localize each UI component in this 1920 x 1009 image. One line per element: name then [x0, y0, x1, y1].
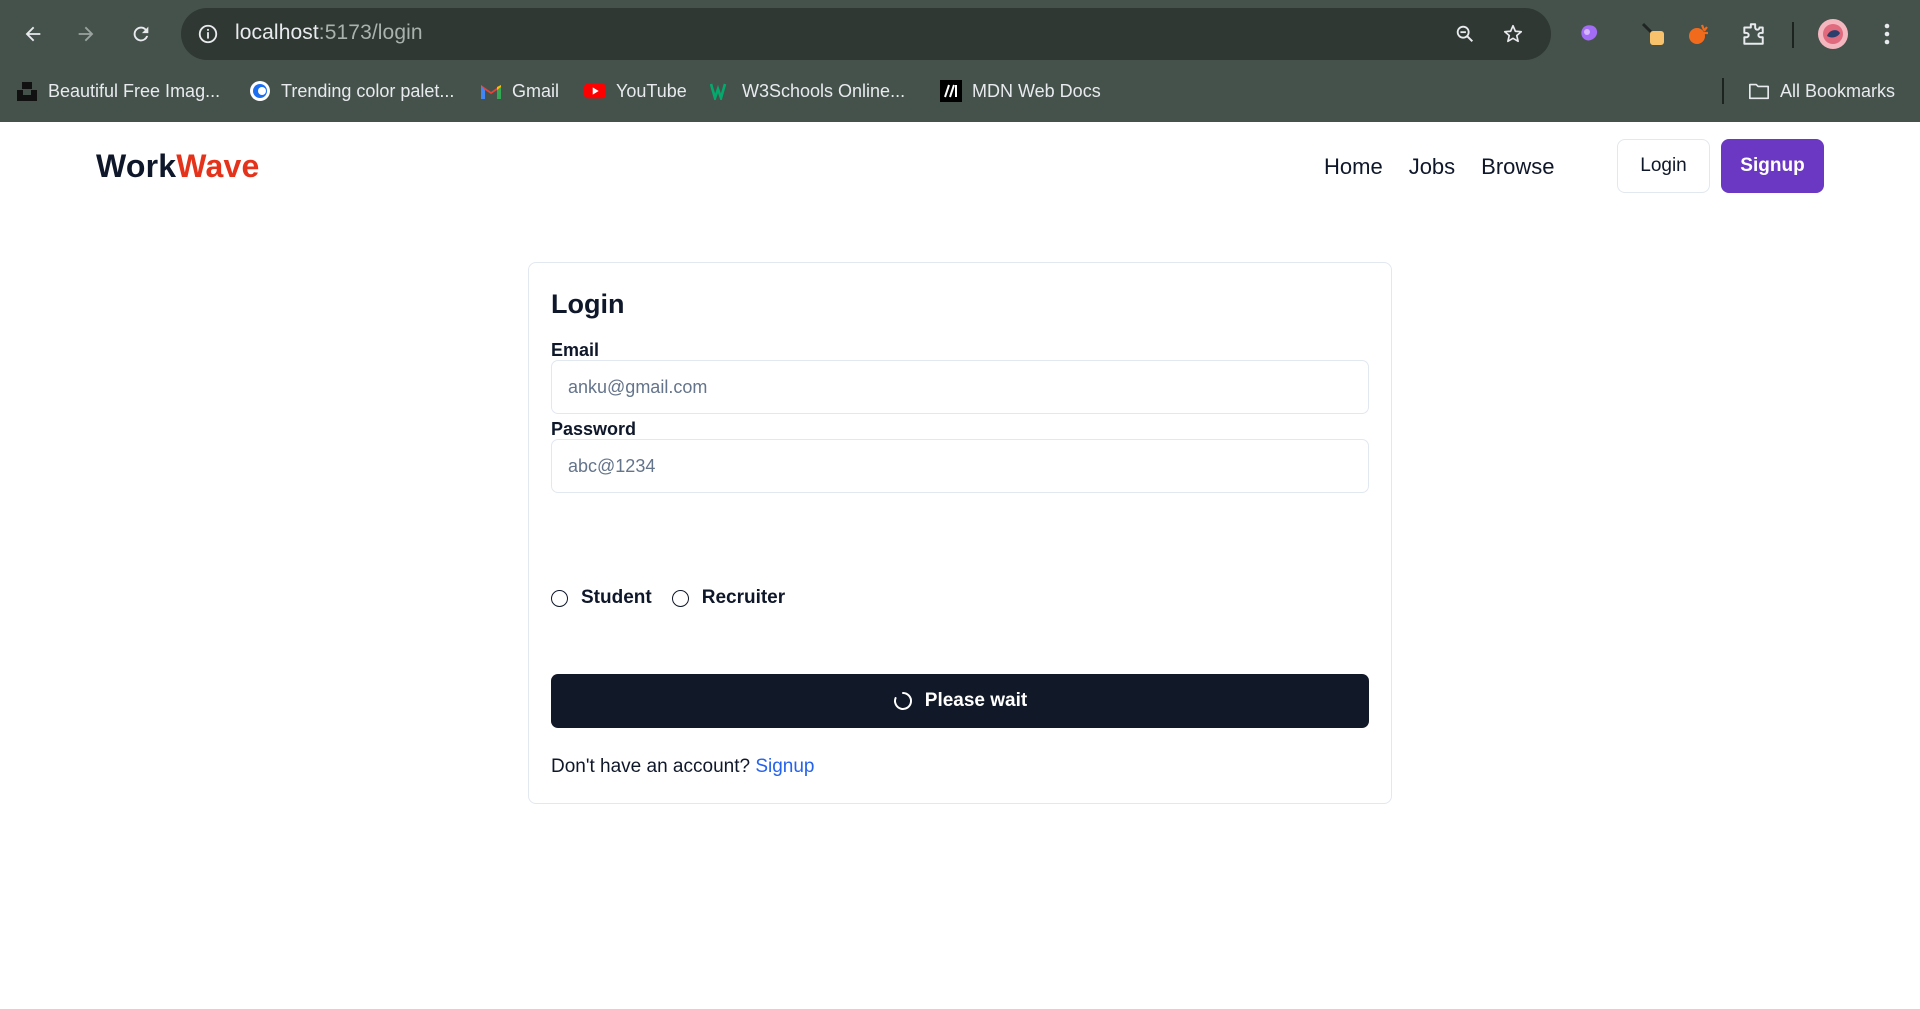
- role-student-label: Student: [581, 587, 652, 608]
- url-text: localhost:5173/login: [235, 21, 423, 45]
- bookmark-star-icon[interactable]: [1499, 20, 1527, 48]
- bookmark-item[interactable]: YouTube: [584, 76, 687, 106]
- youtube-icon: [584, 80, 606, 102]
- extension-purple-icon[interactable]: [1572, 16, 1608, 52]
- mdn-icon: [940, 80, 962, 102]
- nav-login-button[interactable]: Login: [1617, 139, 1710, 193]
- profile-avatar[interactable]: [1815, 16, 1851, 52]
- nav-signup-button[interactable]: Signup: [1721, 139, 1824, 193]
- radio-circle-icon[interactable]: [551, 589, 568, 607]
- folder-icon: [1748, 80, 1770, 102]
- submit-button[interactable]: Please wait: [551, 674, 1369, 728]
- extension-orange-icon[interactable]: [1681, 16, 1717, 52]
- bookmark-label: YouTube: [616, 80, 687, 101]
- logo-part1: Work: [96, 148, 177, 184]
- radio-circle-icon[interactable]: [671, 589, 689, 607]
- email-field[interactable]: [551, 360, 1369, 414]
- signup-prompt: Don't have an account? Signup: [551, 756, 815, 778]
- login-form-card: Login Email Password Student Recruiter P…: [528, 262, 1392, 804]
- gmail-icon: [480, 80, 502, 102]
- nav-link-jobs[interactable]: Jobs: [1409, 154, 1455, 180]
- w3schools-icon: [710, 80, 732, 102]
- all-bookmarks-label: All Bookmarks: [1780, 80, 1896, 101]
- browser-toolbar: localhost:5173/login: [0, 0, 1920, 68]
- zoom-icon[interactable]: [1451, 20, 1479, 48]
- loading-spinner-icon: [893, 692, 912, 710]
- password-field[interactable]: [551, 439, 1369, 493]
- reload-icon: [133, 26, 149, 42]
- signup-link[interactable]: Signup: [755, 756, 814, 777]
- forward-button[interactable]: [68, 16, 104, 52]
- role-radio-group: Student Recruiter: [551, 587, 785, 609]
- bookmark-item[interactable]: Beautiful Free Imag...: [16, 76, 220, 106]
- password-label: Password: [551, 419, 637, 439]
- logo-part2: Wave: [176, 148, 260, 184]
- back-button[interactable]: [15, 16, 51, 52]
- bookmark-item[interactable]: W3Schools Online...: [710, 76, 905, 106]
- arrow-left-icon: [25, 26, 41, 42]
- role-student-option[interactable]: Student: [551, 587, 652, 609]
- url-host: localhost: [235, 21, 319, 44]
- form-title: Login: [551, 289, 625, 319]
- main-nav: Home Jobs Browse: [1324, 154, 1555, 180]
- url-path: :5173/login: [318, 21, 423, 44]
- all-bookmarks-button[interactable]: All Bookmarks: [1748, 76, 1895, 106]
- role-recruiter-label: Recruiter: [701, 587, 786, 608]
- bookmark-label: MDN Web Docs: [972, 80, 1101, 101]
- bookmark-label: Trending color palet...: [281, 80, 455, 101]
- nav-link-browse[interactable]: Browse: [1481, 154, 1554, 180]
- coolors-icon: [249, 80, 271, 102]
- site-info-icon[interactable]: [195, 21, 221, 47]
- browser-menu-icon[interactable]: [1869, 16, 1905, 52]
- bookmark-item[interactable]: Gmail: [480, 76, 559, 106]
- submit-label: Please wait: [924, 690, 1028, 711]
- bookmarks-bar: Beautiful Free Imag... Trending color pa…: [0, 72, 1920, 108]
- role-recruiter-option[interactable]: Recruiter: [671, 587, 786, 609]
- reload-button[interactable]: [123, 16, 159, 52]
- arrow-right-icon: [78, 26, 94, 42]
- brand-logo[interactable]: WorkWave: [96, 148, 259, 185]
- bookmarks-separator: [1722, 78, 1724, 104]
- unsplash-icon: [16, 80, 38, 102]
- bookmark-item[interactable]: MDN Web Docs: [940, 76, 1101, 106]
- extension-eyedropper-icon[interactable]: [1635, 16, 1671, 52]
- nav-link-home[interactable]: Home: [1324, 154, 1383, 180]
- app-page: WorkWave Home Jobs Browse Login Signup L…: [0, 122, 1920, 1009]
- browser-chrome: localhost:5173/login Beautiful Free Imag…: [0, 0, 1920, 122]
- email-label: Email: [551, 340, 600, 360]
- bookmark-label: Beautiful Free Imag...: [48, 80, 221, 101]
- extensions-puzzle-icon[interactable]: [1735, 16, 1771, 52]
- bookmark-item[interactable]: Trending color palet...: [249, 76, 454, 106]
- toolbar-separator: [1792, 22, 1794, 48]
- bookmark-label: W3Schools Online...: [742, 80, 906, 101]
- bookmark-label: Gmail: [512, 80, 560, 101]
- signup-prompt-text: Don't have an account?: [551, 756, 751, 777]
- address-bar[interactable]: localhost:5173/login: [181, 8, 1551, 60]
